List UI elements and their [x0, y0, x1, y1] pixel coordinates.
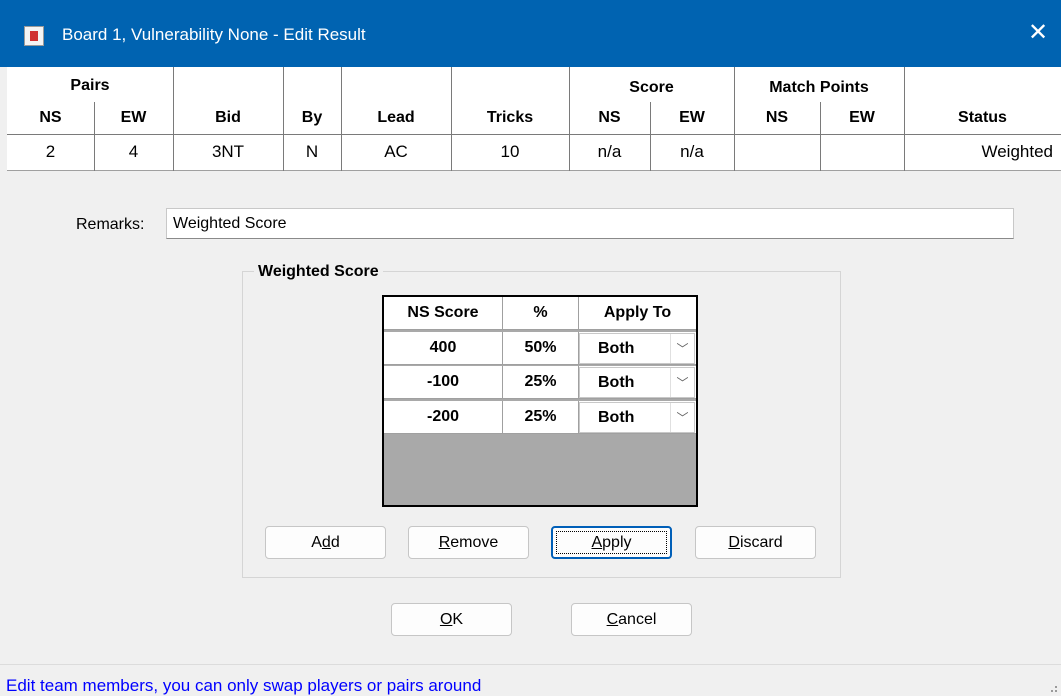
discard-button[interactable]: Discard: [695, 526, 816, 559]
apply-to-select[interactable]: Both ﹀: [579, 402, 695, 433]
remove-button-label-rest: emove: [450, 534, 499, 551]
cell-ns[interactable]: 2: [7, 137, 94, 167]
result-table: Pairs Score Match Points NS EW Bid By Le…: [7, 67, 1061, 171]
window-title: Board 1, Vulnerability None - Edit Resul…: [62, 25, 366, 44]
header-status: Status: [958, 109, 1007, 126]
header-apply-to: Apply To: [603, 304, 672, 321]
cell-score-ew[interactable]: n/a: [650, 137, 734, 167]
ns-score-cell[interactable]: -100: [384, 366, 503, 398]
title-bar: Board 1, Vulnerability None - Edit Resul…: [0, 0, 1061, 67]
cell-score-ns[interactable]: n/a: [569, 137, 650, 167]
header-by: By: [301, 109, 323, 126]
cell-by[interactable]: N: [283, 137, 341, 167]
header-bid: Bid: [215, 109, 241, 126]
ok-button[interactable]: OK: [391, 603, 512, 636]
header-score: Score: [629, 79, 674, 96]
add-button-label-rest: d: [330, 534, 340, 551]
header-mp-ns: NS: [765, 109, 789, 126]
weighted-row: -200 25% Both ﹀: [384, 401, 696, 434]
cell-lead[interactable]: AC: [341, 137, 451, 167]
grid-line: [7, 134, 1061, 135]
apply-to-value: Both: [598, 374, 635, 391]
close-icon[interactable]: ✕: [1025, 20, 1051, 46]
app-icon: [24, 26, 44, 46]
percent-cell[interactable]: 25%: [503, 401, 579, 433]
header-pairs: Pairs: [70, 77, 110, 94]
chevron-down-icon[interactable]: ﹀: [670, 403, 694, 432]
header-score-ew: EW: [679, 109, 705, 126]
status-bar: Edit team members, you can only swap pla…: [0, 664, 1061, 696]
header-ns: NS: [39, 109, 62, 126]
status-text: Edit team members, you can only swap pla…: [6, 676, 482, 695]
cell-bid[interactable]: 3NT: [173, 137, 283, 167]
weighted-row: -100 25% Both ﹀: [384, 366, 696, 399]
remove-button-accelerator: R: [438, 534, 451, 551]
cancel-button-accelerator: C: [606, 611, 619, 628]
apply-to-value: Both: [598, 409, 635, 426]
remarks-input[interactable]: Weighted Score: [166, 208, 1014, 239]
header-ns-score: NS Score: [384, 297, 503, 329]
cell-mp-ns[interactable]: [734, 137, 820, 167]
ns-score-cell[interactable]: -200: [384, 401, 503, 433]
apply-to-select[interactable]: Both ﹀: [579, 367, 695, 398]
header-ew: EW: [120, 109, 147, 126]
chevron-down-icon[interactable]: ﹀: [670, 368, 694, 397]
header-mp-ew: EW: [849, 109, 875, 126]
weighted-header-row: NS Score % Apply To: [384, 297, 696, 330]
percent-cell[interactable]: 50%: [503, 332, 579, 364]
header-score-ns: NS: [598, 109, 621, 126]
percent-cell[interactable]: 25%: [503, 366, 579, 398]
cell-mp-ew[interactable]: [820, 137, 904, 167]
add-button[interactable]: Add: [265, 526, 386, 559]
add-button-label-part: A: [311, 534, 322, 551]
apply-to-select[interactable]: Both ﹀: [579, 333, 695, 364]
apply-button-label-rest: pply: [602, 534, 632, 551]
ok-button-accelerator: O: [439, 611, 453, 628]
apply-to-value: Both: [598, 340, 635, 357]
header-tricks: Tricks: [486, 109, 534, 126]
cell-ew[interactable]: 4: [94, 137, 173, 167]
add-button-accelerator: d: [321, 534, 331, 551]
remarks-label: Remarks:: [76, 216, 145, 233]
weighted-score-group-title: Weighted Score: [254, 262, 383, 282]
apply-button[interactable]: Apply: [551, 526, 672, 559]
apply-button-accelerator: A: [591, 534, 603, 551]
header-match-points: Match Points: [769, 79, 869, 96]
remove-button[interactable]: Remove: [408, 526, 529, 559]
ok-button-label-rest: K: [452, 611, 464, 628]
header-lead: Lead: [377, 109, 415, 126]
discard-button-accelerator: D: [728, 534, 740, 551]
cancel-button-label-rest: ancel: [618, 611, 657, 628]
cancel-button[interactable]: Cancel: [571, 603, 692, 636]
resize-grip-icon[interactable]: [1045, 680, 1057, 692]
discard-button-label-rest: iscard: [739, 534, 783, 551]
weighted-score-grid: NS Score % Apply To 400 50% Both ﹀ -100 …: [382, 295, 698, 507]
cell-status[interactable]: Weighted: [904, 137, 1061, 167]
chevron-down-icon[interactable]: ﹀: [670, 334, 694, 363]
weighted-row: 400 50% Both ﹀: [384, 332, 696, 365]
cell-tricks[interactable]: 10: [451, 137, 569, 167]
ns-score-cell[interactable]: 400: [384, 332, 503, 364]
header-percent: %: [503, 297, 579, 329]
